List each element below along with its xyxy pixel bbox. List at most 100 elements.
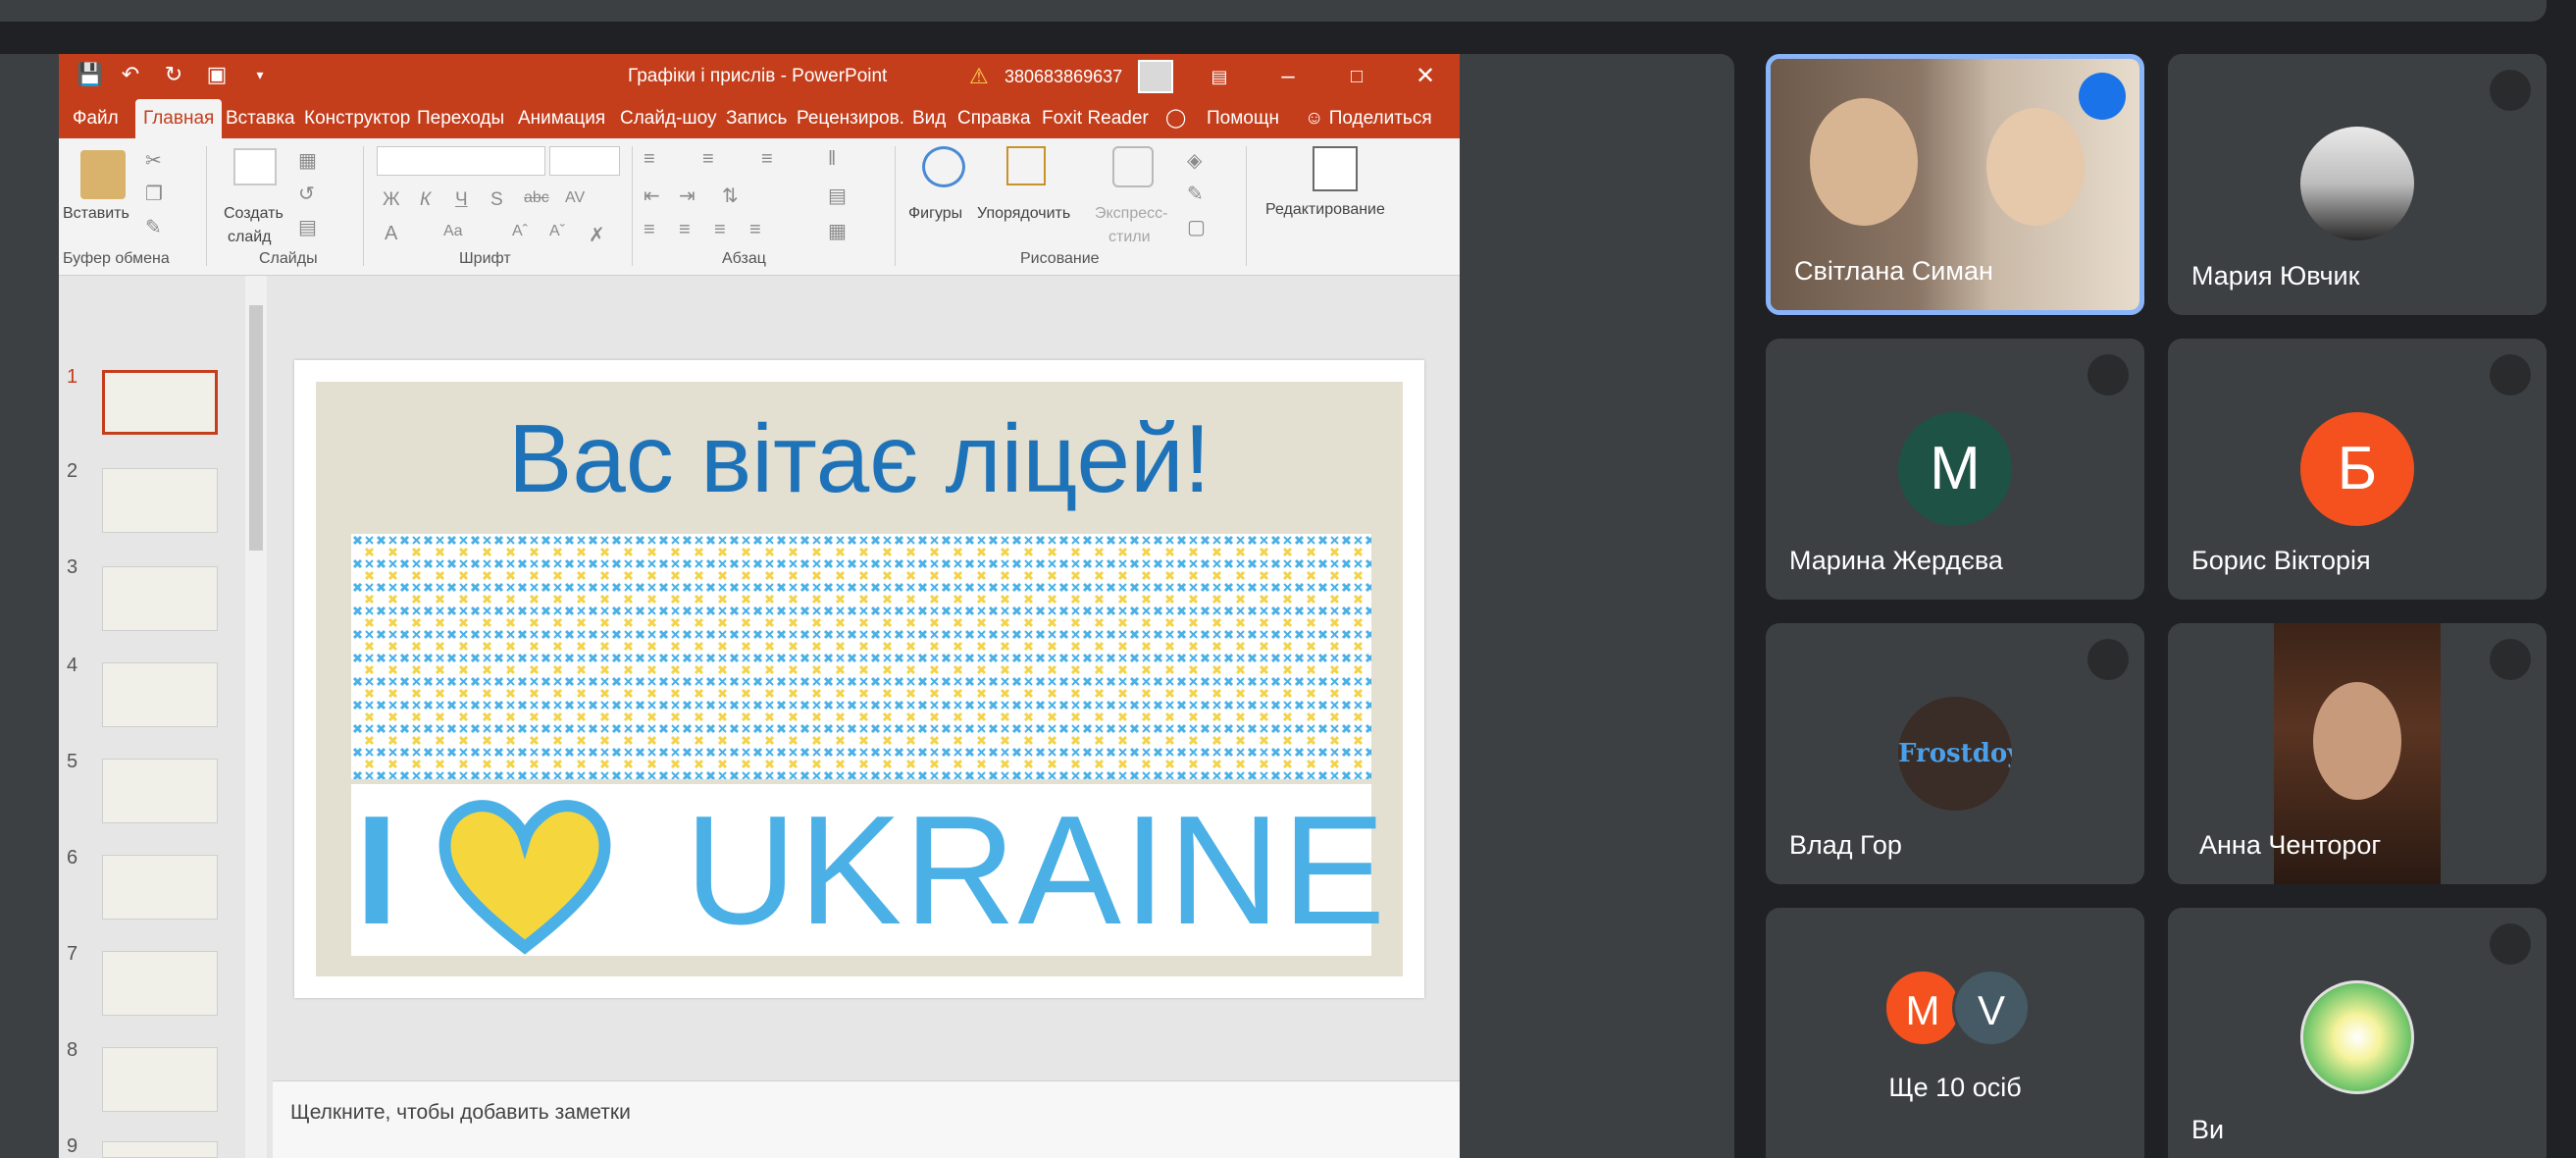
shapes-icon[interactable] bbox=[922, 146, 965, 187]
participant-tile-vlad[interactable]: Frostdoy Влад Гор bbox=[1766, 623, 2144, 884]
lightbulb-icon[interactable]: ◯ bbox=[1165, 99, 1186, 138]
account-name[interactable]: 380683869637 bbox=[1005, 67, 1122, 87]
tab-insert[interactable]: Вставка bbox=[226, 99, 295, 138]
slide-thumbnail-7[interactable] bbox=[102, 951, 218, 1016]
align-left-icon[interactable]: ≡ bbox=[644, 219, 655, 241]
tab-review[interactable]: Рецензиров. bbox=[797, 99, 904, 138]
shape-fill-icon[interactable]: ◈ bbox=[1187, 148, 1202, 173]
maximize-icon[interactable]: □ bbox=[1322, 54, 1391, 99]
slide-thumbnail-1[interactable] bbox=[102, 370, 218, 435]
undo-icon[interactable]: ↶ bbox=[120, 64, 141, 85]
slide-thumbnail-2[interactable] bbox=[102, 468, 218, 533]
ribbon-display-icon[interactable]: ▤ bbox=[1185, 54, 1254, 99]
layout-icon[interactable]: ▦ bbox=[298, 148, 317, 173]
quick-styles-icon[interactable] bbox=[1112, 146, 1154, 187]
shapes-label[interactable]: Фигуры bbox=[908, 205, 962, 223]
smartart-icon[interactable]: ▦ bbox=[828, 219, 847, 243]
slide-thumbnail-6[interactable] bbox=[102, 855, 218, 920]
help-search[interactable]: Помощн bbox=[1207, 99, 1279, 138]
tab-foxit[interactable]: Foxit Reader bbox=[1042, 99, 1149, 138]
warning-icon[interactable]: ⚠ bbox=[969, 64, 989, 89]
change-case-icon[interactable]: Aa bbox=[443, 223, 463, 240]
slide-title[interactable]: Вас вітає ліцей! bbox=[316, 403, 1403, 514]
save-icon[interactable]: 💾 bbox=[77, 64, 103, 85]
participant-tile-mariya[interactable]: Мария Ювчик bbox=[2168, 54, 2547, 315]
arrange-icon[interactable] bbox=[1006, 146, 1046, 185]
underline-button[interactable]: Ч bbox=[455, 189, 468, 211]
paste-label[interactable]: Вставить bbox=[63, 205, 129, 223]
bullets-icon[interactable]: ≡ bbox=[644, 148, 655, 171]
thumbnails-scrollbar[interactable] bbox=[245, 276, 267, 1158]
tab-record[interactable]: Запись bbox=[726, 99, 787, 138]
reset-icon[interactable]: ↺ bbox=[298, 182, 315, 206]
columns-icon[interactable]: ‖ bbox=[828, 148, 836, 171]
tab-home[interactable]: Главная bbox=[135, 99, 223, 138]
scroll-thumb[interactable] bbox=[249, 305, 263, 551]
presentation-tile[interactable]: 💾 ↶ ↻ ▣ ▾ Графіки і прислів - PowerPoint… bbox=[0, 54, 1734, 1158]
participant-tile-svitlana[interactable]: Світлана Симан bbox=[1766, 54, 2144, 315]
minimize-icon[interactable]: – bbox=[1254, 54, 1322, 99]
account-avatar[interactable] bbox=[1138, 60, 1173, 93]
text-direction-icon[interactable]: ⇅ bbox=[722, 184, 739, 208]
slide-thumbnail-8[interactable] bbox=[102, 1047, 218, 1112]
tab-slideshow[interactable]: Слайд-шоу bbox=[620, 99, 717, 138]
tab-file[interactable]: Файл bbox=[73, 99, 119, 138]
tab-animation[interactable]: Анимация bbox=[518, 99, 605, 138]
copy-icon[interactable]: ❐ bbox=[145, 182, 163, 206]
strikethrough-button[interactable]: abc bbox=[524, 189, 549, 207]
notes-pane[interactable]: Щелкните, чтобы добавить заметки bbox=[273, 1080, 1460, 1158]
share-button[interactable]: ☺ Поделиться bbox=[1305, 99, 1432, 138]
editing-label[interactable]: Редактирование bbox=[1265, 201, 1385, 219]
paste-icon[interactable] bbox=[80, 150, 126, 199]
slide-editor[interactable]: Вас вітає ліцей! I UKRAINE bbox=[273, 276, 1460, 1080]
font-size-select[interactable] bbox=[549, 146, 620, 176]
align-center-icon[interactable]: ≡ bbox=[679, 219, 691, 241]
participant-tile-anna[interactable]: Анна Ченторог bbox=[2168, 623, 2547, 884]
redo-icon[interactable]: ↻ bbox=[163, 64, 184, 85]
new-slide-label-2[interactable]: слайд bbox=[228, 229, 272, 246]
format-painter-icon[interactable]: ✎ bbox=[145, 215, 162, 239]
tab-help[interactable]: Справка bbox=[957, 99, 1031, 138]
bold-button[interactable]: Ж bbox=[383, 189, 400, 211]
quick-styles-label-1[interactable]: Экспресс- bbox=[1095, 205, 1167, 223]
align-text-icon[interactable]: ▤ bbox=[828, 184, 847, 208]
shape-effects-icon[interactable]: ▢ bbox=[1187, 215, 1206, 239]
cut-icon[interactable]: ✂ bbox=[145, 148, 162, 173]
new-slide-label-1[interactable]: Создать bbox=[224, 205, 283, 223]
shrink-font-icon[interactable]: Aˇ bbox=[549, 223, 565, 240]
shape-outline-icon[interactable]: ✎ bbox=[1187, 182, 1204, 206]
tab-view[interactable]: Вид bbox=[912, 99, 946, 138]
tab-design[interactable]: Конструктор bbox=[304, 99, 410, 138]
arrange-label[interactable]: Упорядочить bbox=[977, 205, 1070, 223]
font-family-select[interactable] bbox=[377, 146, 545, 176]
participant-tile-self[interactable]: Ви bbox=[2168, 908, 2547, 1158]
increase-indent-icon[interactable]: ⇥ bbox=[679, 184, 696, 208]
slide-thumbnail-4[interactable] bbox=[102, 662, 218, 727]
close-icon[interactable]: ✕ bbox=[1391, 54, 1460, 99]
tab-transitions[interactable]: Переходы bbox=[417, 99, 504, 138]
customize-chevron-icon[interactable]: ▾ bbox=[249, 64, 271, 85]
notes-placeholder[interactable]: Щелкните, чтобы добавить заметки bbox=[290, 1101, 631, 1125]
new-slide-icon[interactable] bbox=[233, 148, 277, 185]
quick-styles-label-2[interactable]: стили bbox=[1108, 229, 1151, 246]
find-icon[interactable] bbox=[1313, 146, 1358, 191]
slide-thumbnail-5[interactable] bbox=[102, 759, 218, 823]
font-color-icon[interactable]: A bbox=[385, 223, 397, 245]
line-spacing-icon[interactable]: ≡ bbox=[761, 148, 773, 171]
shadow-button[interactable]: S bbox=[490, 189, 503, 211]
clear-format-icon[interactable]: ✗ bbox=[589, 223, 605, 247]
present-icon[interactable]: ▣ bbox=[206, 64, 228, 85]
slide-thumbnail-3[interactable] bbox=[102, 566, 218, 631]
more-participants-tile[interactable]: M V Ще 10 осіб bbox=[1766, 908, 2144, 1158]
participant-tile-borys[interactable]: Б Борис Вікторія bbox=[2168, 339, 2547, 600]
decrease-indent-icon[interactable]: ⇤ bbox=[644, 184, 660, 208]
numbering-icon[interactable]: ≡ bbox=[702, 148, 714, 171]
justify-icon[interactable]: ≡ bbox=[749, 219, 761, 241]
participant-tile-maryna[interactable]: М Марина Жердєва bbox=[1766, 339, 2144, 600]
italic-button[interactable]: К bbox=[420, 189, 431, 211]
section-icon[interactable]: ▤ bbox=[298, 215, 317, 239]
spacing-button[interactable]: AV bbox=[565, 189, 585, 207]
slide-thumbnail-9[interactable] bbox=[102, 1141, 218, 1158]
grow-font-icon[interactable]: Aˆ bbox=[512, 223, 528, 240]
current-slide[interactable]: Вас вітає ліцей! I UKRAINE bbox=[294, 360, 1424, 998]
